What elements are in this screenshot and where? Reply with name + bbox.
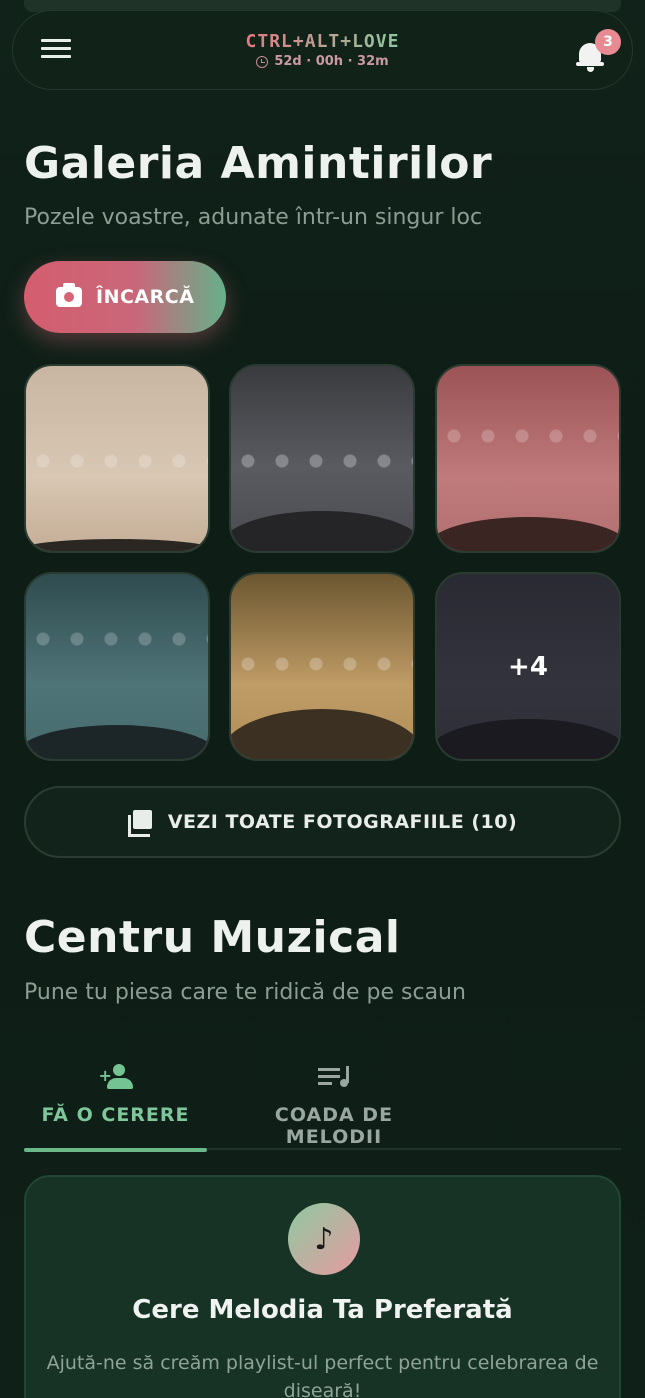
photo-tile-more[interactable]: +4 (435, 572, 621, 761)
request-card-description: Ajută-ne să creăm playlist-ul perfect pe… (46, 1352, 599, 1398)
camera-icon (56, 283, 82, 307)
notifications-button[interactable]: 3 (576, 29, 621, 72)
brand-title: CTRL+ALT+LOVE (245, 31, 400, 52)
gallery-title: Galeria Amintirilor (24, 138, 493, 189)
photo-tile[interactable] (435, 364, 621, 553)
brand: CTRL+ALT+LOVE 52d · 00h · 32m (246, 31, 400, 69)
menu-icon[interactable] (41, 39, 71, 63)
gallery-subtitle: Pozele voastre, adunate într-un singur l… (24, 205, 483, 230)
notification-badge: 3 (595, 29, 621, 55)
photo-tile[interactable] (24, 364, 210, 553)
upload-button[interactable]: ÎNCARCĂ (24, 261, 226, 333)
more-photos-count: +4 (508, 651, 548, 682)
tab-request-label: FĂ O CERERE (41, 1104, 190, 1126)
request-card: ♪ Cere Melodia Ta Preferată Ajută-ne să … (24, 1175, 621, 1398)
request-card-title: Cere Melodia Ta Preferată (132, 1295, 513, 1325)
clock-icon (256, 55, 269, 68)
upload-label: ÎNCARCĂ (96, 286, 195, 308)
person-add-icon: + (99, 1064, 133, 1090)
music-tabs: + FĂ O CERERE COADA DE MELODII (24, 1058, 621, 1152)
countdown: 52d · 00h · 32m (246, 54, 400, 69)
tab-queue-label: COADA DE MELODII (274, 1104, 394, 1148)
view-all-label: VEZI TOATE FOTOGRAFIILE (10) (167, 811, 518, 833)
photo-tile[interactable] (24, 572, 210, 761)
photo-tile[interactable] (229, 364, 415, 553)
music-subtitle: Pune tu piesa care te ridică de pe scaun (24, 980, 466, 1005)
tab-queue[interactable]: COADA DE MELODII (224, 1058, 444, 1150)
view-all-photos-button[interactable]: VEZI TOATE FOTOGRAFIILE (10) (24, 786, 621, 858)
tab-request[interactable]: + FĂ O CERERE (24, 1058, 207, 1152)
countdown-text: 52d · 00h · 32m (274, 54, 389, 69)
app-header: CTRL+ALT+LOVE 52d · 00h · 32m 3 (12, 10, 633, 90)
queue-music-icon (318, 1064, 350, 1090)
music-note-icon: ♪ (288, 1203, 360, 1275)
music-title: Centru Muzical (24, 912, 401, 963)
active-tab-indicator (24, 1148, 207, 1152)
photo-library-icon (127, 810, 152, 837)
photo-tile[interactable] (229, 572, 415, 761)
